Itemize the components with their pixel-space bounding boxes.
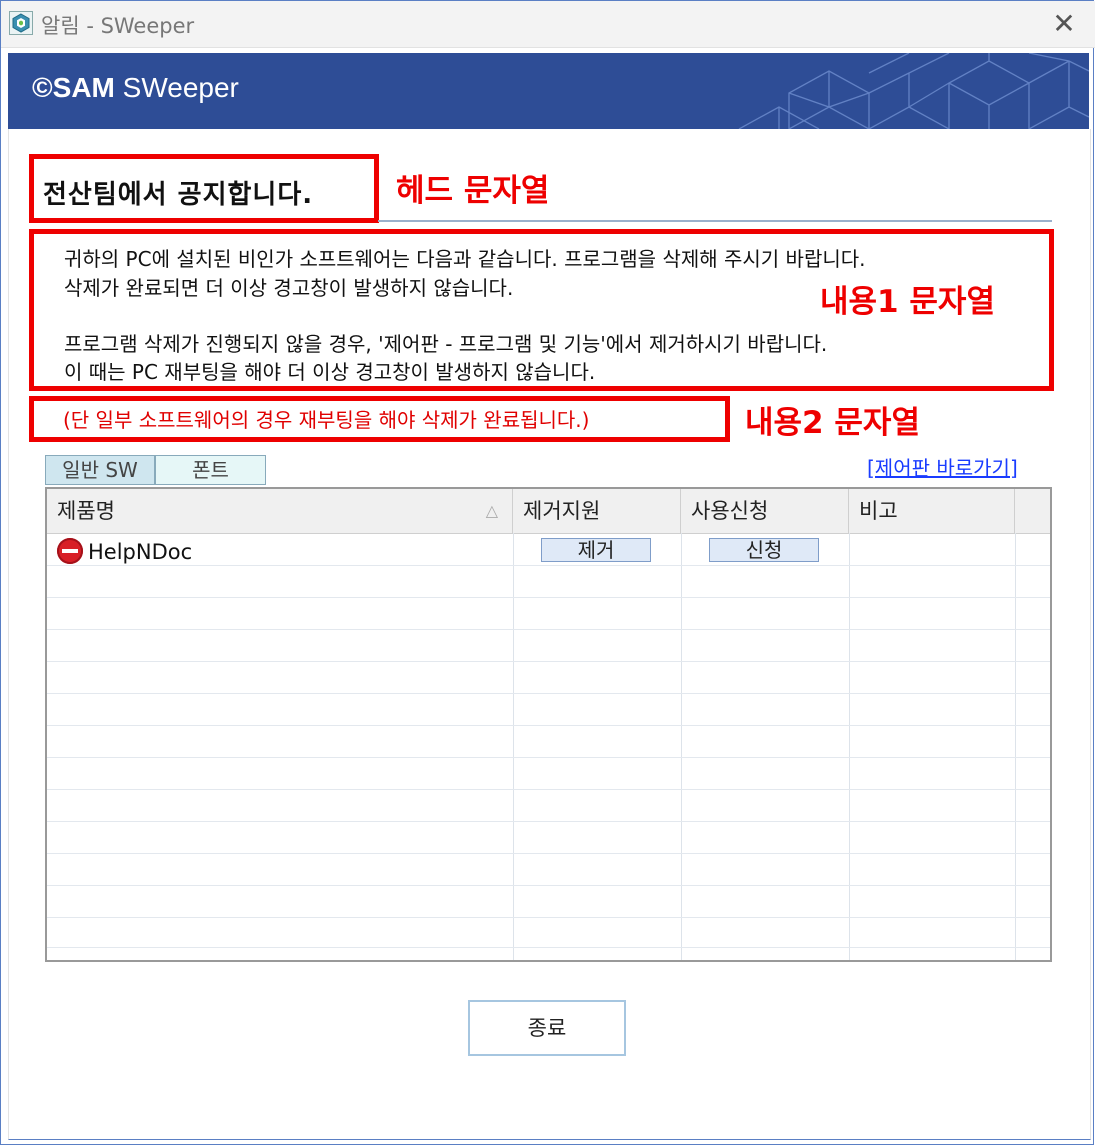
notice-body-line-1: 귀하의 PC에 설치된 비인가 소프트웨어는 다음과 같습니다. 프로그램을 삭… <box>64 247 866 271</box>
head-divider <box>378 220 1052 222</box>
column-header-product[interactable]: 제품명 △ <box>47 489 513 533</box>
exit-button[interactable]: 종료 <box>468 1000 626 1056</box>
notice-body-line-2: 삭제가 완료되면 더 이상 경고창이 발생하지 않습니다. <box>64 276 514 300</box>
column-header-remove[interactable]: 제거지원 <box>513 489 681 533</box>
body-annotation-label: 내용1 문자열 <box>820 284 995 320</box>
logo-product: SWeeper <box>122 72 239 103</box>
table-header: 제품명 △ 제거지원 사용신청 비고 <box>47 489 1050 534</box>
tab-general-sw[interactable]: 일반 SW <box>45 455 155 485</box>
tab-font[interactable]: 폰트 <box>155 455 266 485</box>
column-header-product-label: 제품명 <box>57 499 115 523</box>
notice-body-line-4: 이 때는 PC 재부팅을 해야 더 이상 경고창이 발생하지 않습니다. <box>64 360 596 384</box>
brand-banner: ©SAM SWeeper <box>8 53 1089 129</box>
window-close-button[interactable]: ✕ <box>1047 7 1081 41</box>
sam-sweeper-logo: ©SAM SWeeper <box>32 72 239 104</box>
grid-row-line <box>47 693 1050 694</box>
grid-row-line <box>47 725 1050 726</box>
note-annotation-label: 내용2 문자열 <box>745 405 920 441</box>
cube-pattern-decoration <box>738 53 1089 129</box>
grid-row-line <box>47 917 1050 918</box>
grid-row-line <box>47 661 1050 662</box>
grid-row-line <box>47 853 1050 854</box>
column-header-note[interactable]: 비고 <box>849 489 1015 533</box>
notice-note: (단 일부 소프트웨어의 경우 재부팅을 해야 삭제가 완료됩니다.) <box>63 408 590 432</box>
product-name-cell: HelpNDoc <box>57 538 192 564</box>
stop-icon <box>57 538 83 564</box>
title-bar[interactable]: 알림 - SWeeper ✕ <box>1 1 1095 48</box>
product-name: HelpNDoc <box>88 540 193 564</box>
grid-row-line <box>47 821 1050 822</box>
sort-ascending-icon: △ <box>485 501 498 520</box>
remove-button[interactable]: 제거 <box>541 538 651 562</box>
logo-symbol: © <box>32 72 53 103</box>
request-button[interactable]: 신청 <box>709 538 819 562</box>
grid-row-line <box>47 629 1050 630</box>
grid-row-line <box>47 885 1050 886</box>
grid-row-line <box>47 789 1050 790</box>
sweeper-app-icon <box>9 11 33 35</box>
grid-row-line <box>47 757 1050 758</box>
control-panel-link[interactable]: [제어판 바로가기] <box>867 452 1018 481</box>
grid-row-line <box>47 947 1050 948</box>
window-title: 알림 - SWeeper <box>41 14 195 38</box>
notice-body-line-3: 프로그램 삭제가 진행되지 않을 경우, '제어판 - 프로그램 및 기능'에서… <box>64 332 828 356</box>
column-header-request[interactable]: 사용신청 <box>681 489 849 533</box>
logo-brand: SAM <box>52 72 115 103</box>
notice-head: 전산팀에서 공지합니다. <box>43 180 314 210</box>
grid-row-line <box>47 565 1050 566</box>
software-table: 제품명 △ 제거지원 사용신청 비고 HelpNDoc 제거 신청 <box>45 487 1052 962</box>
grid-row-line <box>47 597 1050 598</box>
head-annotation-label: 헤드 문자열 <box>396 173 550 209</box>
